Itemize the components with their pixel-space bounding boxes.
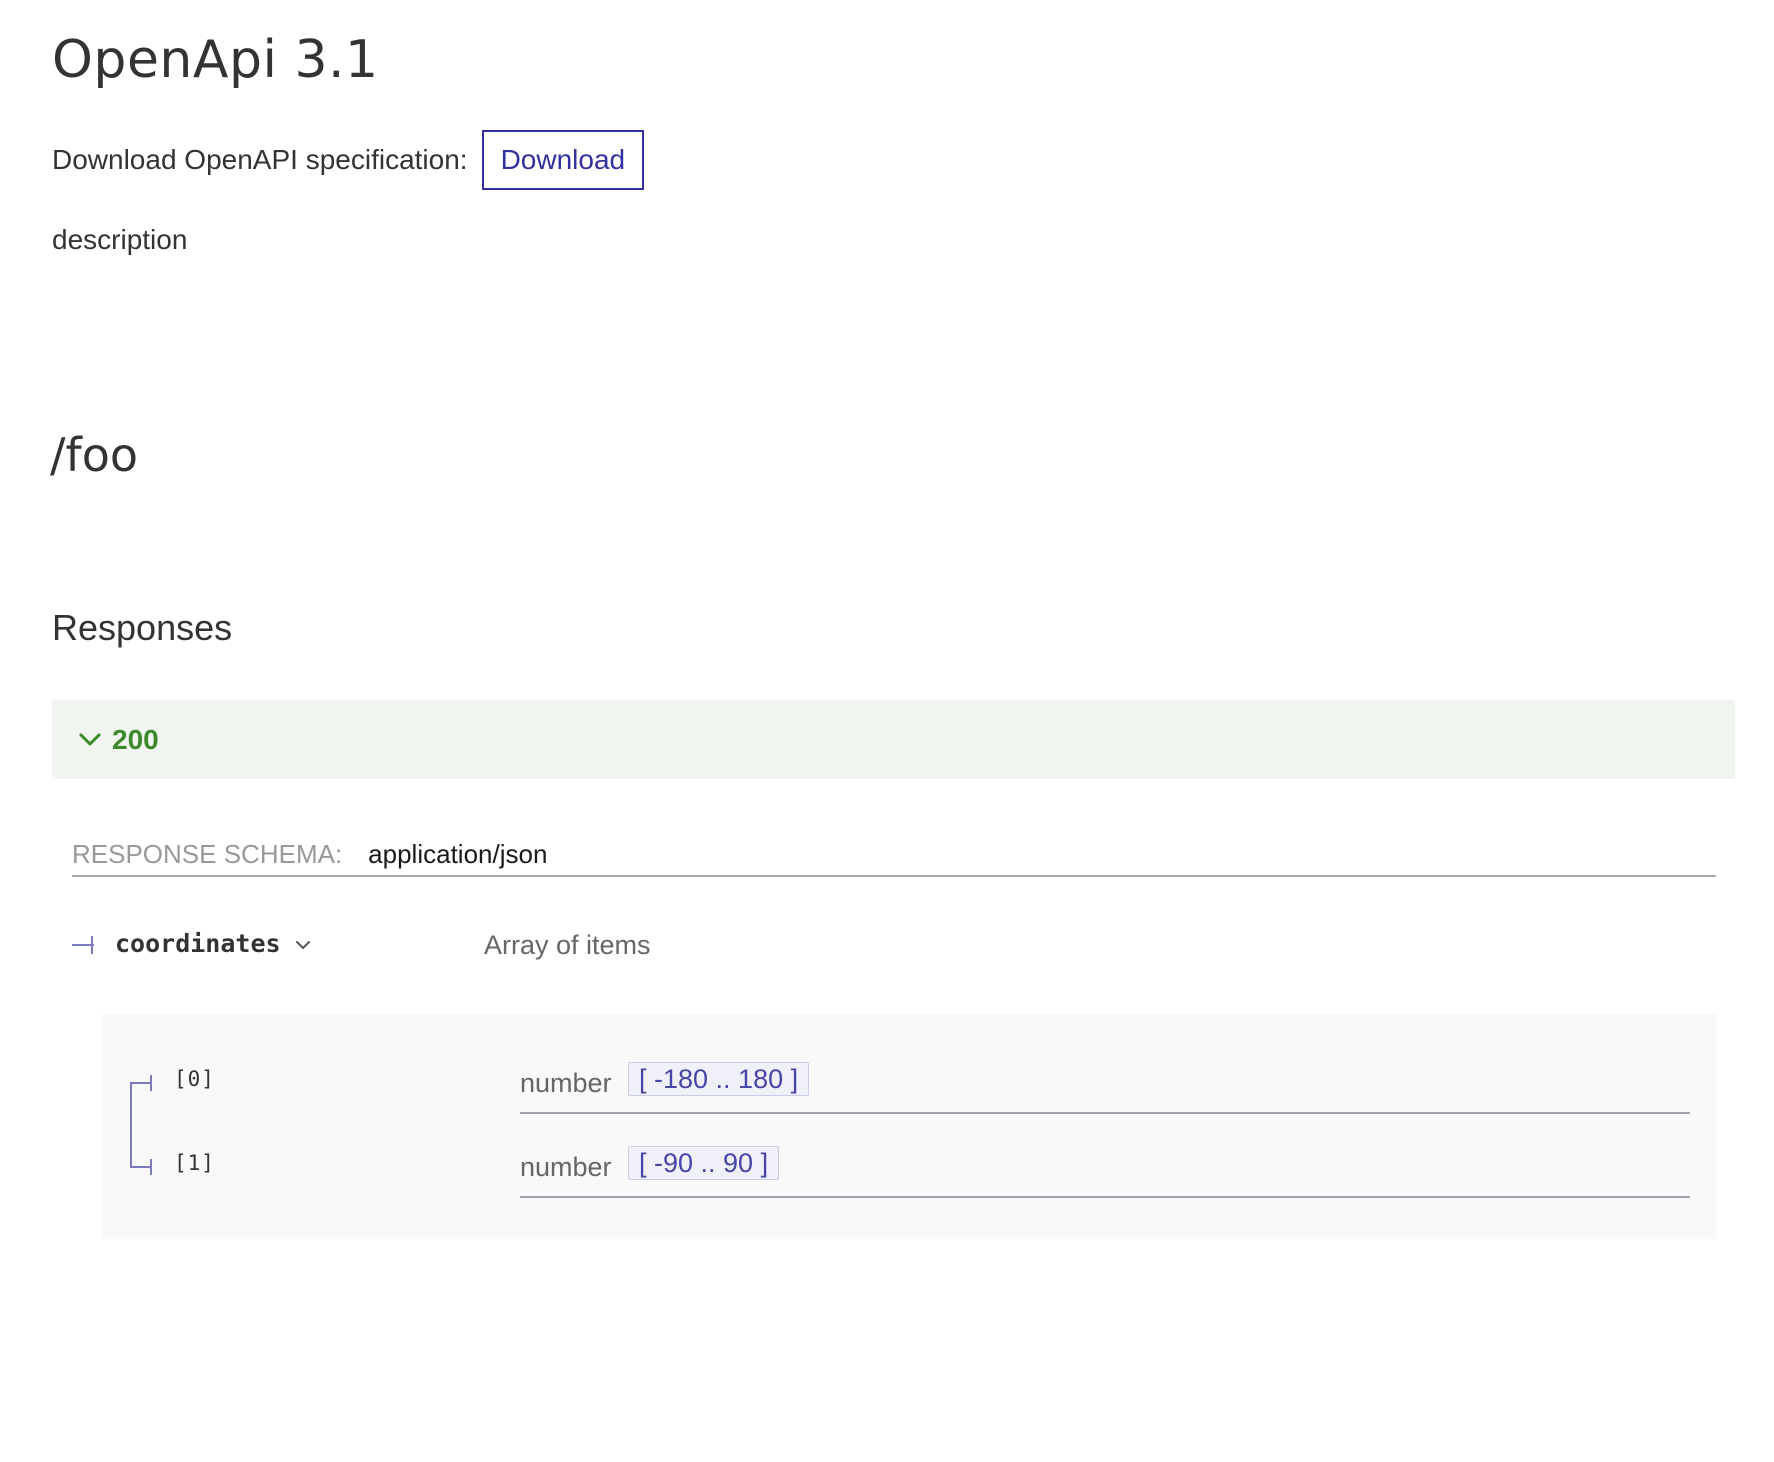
array-item-row: [1] number [ -90 .. 90 ] (102, 1138, 1716, 1198)
property-row: coordinates Array of items (72, 922, 1716, 970)
api-title: OpenApi 3.1 (52, 30, 379, 90)
response-schema-header: Response Schema: application/json (72, 833, 1716, 877)
operation-path: /foo (50, 428, 138, 482)
array-item-index: [0] (174, 1067, 215, 1091)
property-type: Array of items (484, 930, 651, 960)
array-item-row: [0] number [ -180 .. 180 ] (102, 1054, 1716, 1114)
response-status-code: 200 (112, 723, 159, 755)
download-button[interactable]: Download (481, 130, 645, 190)
range-badge: [ -90 .. 90 ] (628, 1146, 780, 1180)
tree-tick (150, 1159, 152, 1175)
property-name[interactable]: coordinates (115, 929, 281, 958)
api-docs-page: OpenApi 3.1 Download OpenAPI specificati… (0, 0, 1774, 1462)
array-items-panel: [0] number [ -180 .. 180 ] [1] number [ … (102, 1014, 1716, 1239)
array-item-type: number (520, 1068, 612, 1098)
tree-tick (150, 1075, 152, 1091)
api-description: description (52, 224, 188, 255)
range-badge: [ -180 .. 180 ] (628, 1062, 810, 1096)
response-200-toggle[interactable]: 200 (52, 700, 1735, 779)
download-row: Download OpenAPI specification: Download (52, 129, 645, 191)
tree-tick (91, 936, 93, 954)
array-item-type: number (520, 1152, 612, 1182)
array-item-index: [1] (174, 1151, 215, 1175)
response-schema-label: Response Schema: (72, 838, 343, 869)
content-type[interactable]: application/json (368, 839, 547, 870)
tree-branch (130, 1166, 152, 1168)
chevron-down-icon[interactable] (294, 936, 312, 954)
chevron-down-icon (78, 727, 104, 753)
array-item-detail: number [ -90 .. 90 ] (520, 1138, 1690, 1198)
tree-branch (130, 1082, 152, 1084)
download-label: Download OpenAPI specification: (52, 144, 468, 175)
responses-heading: Responses (52, 607, 233, 648)
array-item-detail: number [ -180 .. 180 ] (520, 1054, 1690, 1114)
